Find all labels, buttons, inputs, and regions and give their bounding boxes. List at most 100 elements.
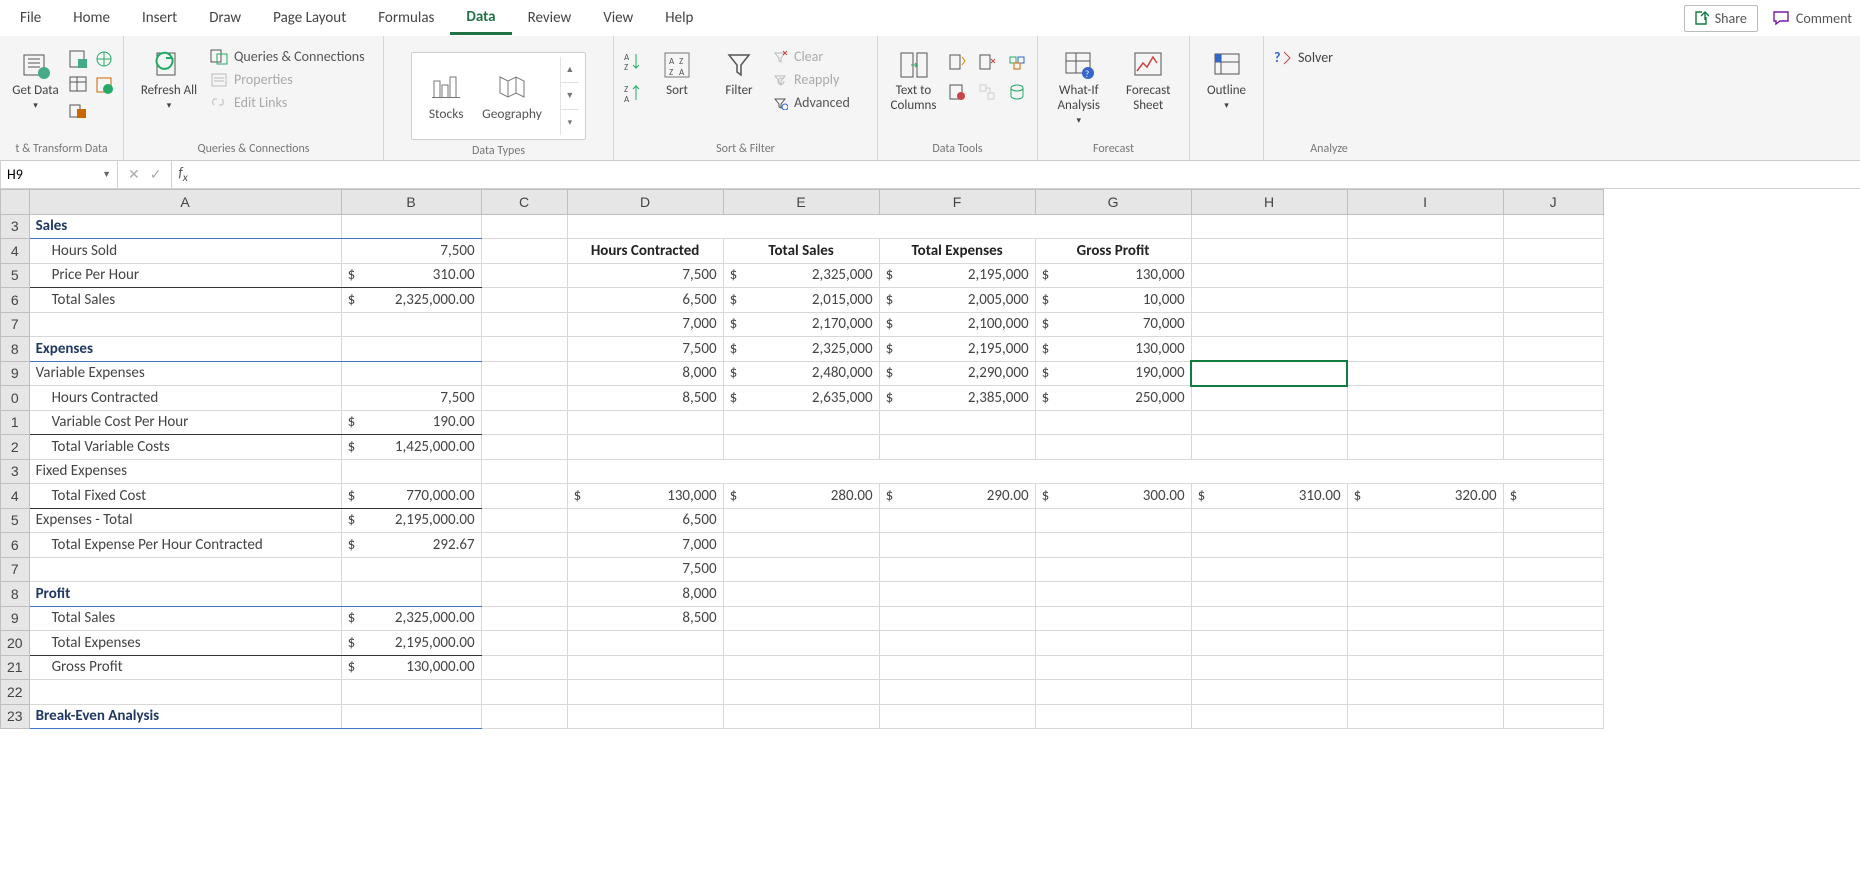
- cell-E19[interactable]: [723, 606, 879, 631]
- cell-D15[interactable]: 6,500: [567, 508, 723, 533]
- from-text-icon[interactable]: [67, 48, 89, 70]
- cell-E11[interactable]: [723, 410, 879, 435]
- cell-E7[interactable]: $2,170,000: [723, 312, 879, 337]
- cell-B10[interactable]: 7,500: [341, 386, 481, 411]
- share-button[interactable]: Share: [1684, 5, 1758, 32]
- cell-H12[interactable]: [1191, 435, 1347, 460]
- cell-H21[interactable]: [1191, 655, 1347, 680]
- cell-G16[interactable]: [1035, 533, 1191, 558]
- queries-connections-button[interactable]: Queries & Connections: [210, 48, 365, 65]
- cell-I23[interactable]: [1347, 704, 1503, 729]
- geography-button[interactable]: Geography: [474, 71, 550, 122]
- text-to-columns-button[interactable]: Text to Columns: [886, 44, 941, 118]
- cell-G23[interactable]: [1035, 704, 1191, 729]
- cell-G19[interactable]: [1035, 606, 1191, 631]
- tab-review[interactable]: Review: [512, 3, 588, 33]
- cell-F21[interactable]: [879, 655, 1035, 680]
- cell-E14[interactable]: $280.00: [723, 484, 879, 509]
- cell-E23[interactable]: [723, 704, 879, 729]
- cell-F14[interactable]: $290.00: [879, 484, 1035, 509]
- cell-C17[interactable]: [481, 557, 567, 582]
- row-13[interactable]: 3: [1, 459, 30, 484]
- cell-A5[interactable]: Price Per Hour: [29, 263, 341, 288]
- cell-C14[interactable]: [481, 484, 567, 509]
- advanced-button[interactable]: Advanced: [772, 94, 850, 111]
- sort-desc-icon[interactable]: ZA: [622, 82, 644, 108]
- cell-E9[interactable]: $2,480,000: [723, 361, 879, 386]
- cell-E18[interactable]: [723, 582, 879, 607]
- cell-F7[interactable]: $2,100,000: [879, 312, 1035, 337]
- cell-F5[interactable]: $2,195,000: [879, 263, 1035, 288]
- cell-J4[interactable]: [1503, 239, 1603, 264]
- col-G[interactable]: G: [1035, 190, 1191, 215]
- cell-C10[interactable]: [481, 386, 567, 411]
- col-I[interactable]: I: [1347, 190, 1503, 215]
- cell-F9[interactable]: $2,290,000: [879, 361, 1035, 386]
- cell-D8[interactable]: 7,500: [567, 337, 723, 362]
- cell-J21[interactable]: [1503, 655, 1603, 680]
- cell-I6[interactable]: [1347, 288, 1503, 313]
- cell-E21[interactable]: [723, 655, 879, 680]
- cell-I5[interactable]: [1347, 263, 1503, 288]
- cell-I3[interactable]: [1347, 214, 1503, 239]
- cell-J20[interactable]: [1503, 631, 1603, 656]
- tab-insert[interactable]: Insert: [126, 3, 193, 33]
- cell-G12[interactable]: [1035, 435, 1191, 460]
- cell-E10[interactable]: $2,635,000: [723, 386, 879, 411]
- cell-C21[interactable]: [481, 655, 567, 680]
- cell-B8[interactable]: [341, 337, 481, 362]
- row-9[interactable]: 9: [1, 361, 30, 386]
- cell-B9[interactable]: [341, 361, 481, 386]
- cell-C15[interactable]: [481, 508, 567, 533]
- solver-button[interactable]: ? Solver: [1272, 48, 1333, 66]
- cell-I16[interactable]: [1347, 533, 1503, 558]
- cell-B16[interactable]: $292.67: [341, 533, 481, 558]
- cell-A16[interactable]: Total Expense Per Hour Contracted: [29, 533, 341, 558]
- cell-E17[interactable]: [723, 557, 879, 582]
- cell-A8[interactable]: Expenses: [29, 337, 341, 362]
- cell-H10[interactable]: [1191, 386, 1347, 411]
- cell-H5[interactable]: [1191, 263, 1347, 288]
- cell-H3[interactable]: [1191, 214, 1347, 239]
- cell-H7[interactable]: [1191, 312, 1347, 337]
- select-all[interactable]: [1, 190, 30, 215]
- cell-F6[interactable]: $2,005,000: [879, 288, 1035, 313]
- row-19[interactable]: 9: [1, 606, 30, 631]
- tab-file[interactable]: File: [4, 3, 57, 33]
- refresh-all-button[interactable]: Refresh All ▾: [132, 44, 206, 115]
- cell-E15[interactable]: [723, 508, 879, 533]
- tab-home[interactable]: Home: [57, 3, 126, 33]
- cell-H15[interactable]: [1191, 508, 1347, 533]
- cell-D11[interactable]: [567, 410, 723, 435]
- cell-B21[interactable]: $130,000.00: [341, 655, 481, 680]
- cell-A22[interactable]: [29, 680, 341, 705]
- cell-G9[interactable]: $190,000: [1035, 361, 1191, 386]
- cell-C5[interactable]: [481, 263, 567, 288]
- name-box-dropdown[interactable]: ▼: [102, 169, 111, 180]
- cell-B7[interactable]: [341, 312, 481, 337]
- cell-D4[interactable]: Hours Contracted: [567, 239, 723, 264]
- relationships-icon[interactable]: [975, 80, 999, 104]
- col-H[interactable]: H: [1191, 190, 1347, 215]
- tab-draw[interactable]: Draw: [193, 3, 257, 33]
- name-box-input[interactable]: [7, 166, 87, 183]
- cell-B11[interactable]: $190.00: [341, 410, 481, 435]
- cell-H11[interactable]: [1191, 410, 1347, 435]
- consolidate-icon[interactable]: [1005, 50, 1029, 74]
- cell-H16[interactable]: [1191, 533, 1347, 558]
- cell-A11[interactable]: Variable Cost Per Hour: [29, 410, 341, 435]
- cell-B6[interactable]: $2,325,000.00: [341, 288, 481, 313]
- cell-C19[interactable]: [481, 606, 567, 631]
- cell-D19[interactable]: 8,500: [567, 606, 723, 631]
- row-5[interactable]: 5: [1, 263, 30, 288]
- cell-F11[interactable]: [879, 410, 1035, 435]
- cell-D6[interactable]: 6,500: [567, 288, 723, 313]
- cell-D22[interactable]: [567, 680, 723, 705]
- cell-F15[interactable]: [879, 508, 1035, 533]
- cell-C12[interactable]: [481, 435, 567, 460]
- forecast-sheet-button[interactable]: Forecast Sheet: [1116, 44, 1182, 118]
- cell-C8[interactable]: [481, 337, 567, 362]
- cell-A21[interactable]: Gross Profit: [29, 655, 341, 680]
- col-F[interactable]: F: [879, 190, 1035, 215]
- clear-button[interactable]: Clear: [772, 48, 850, 65]
